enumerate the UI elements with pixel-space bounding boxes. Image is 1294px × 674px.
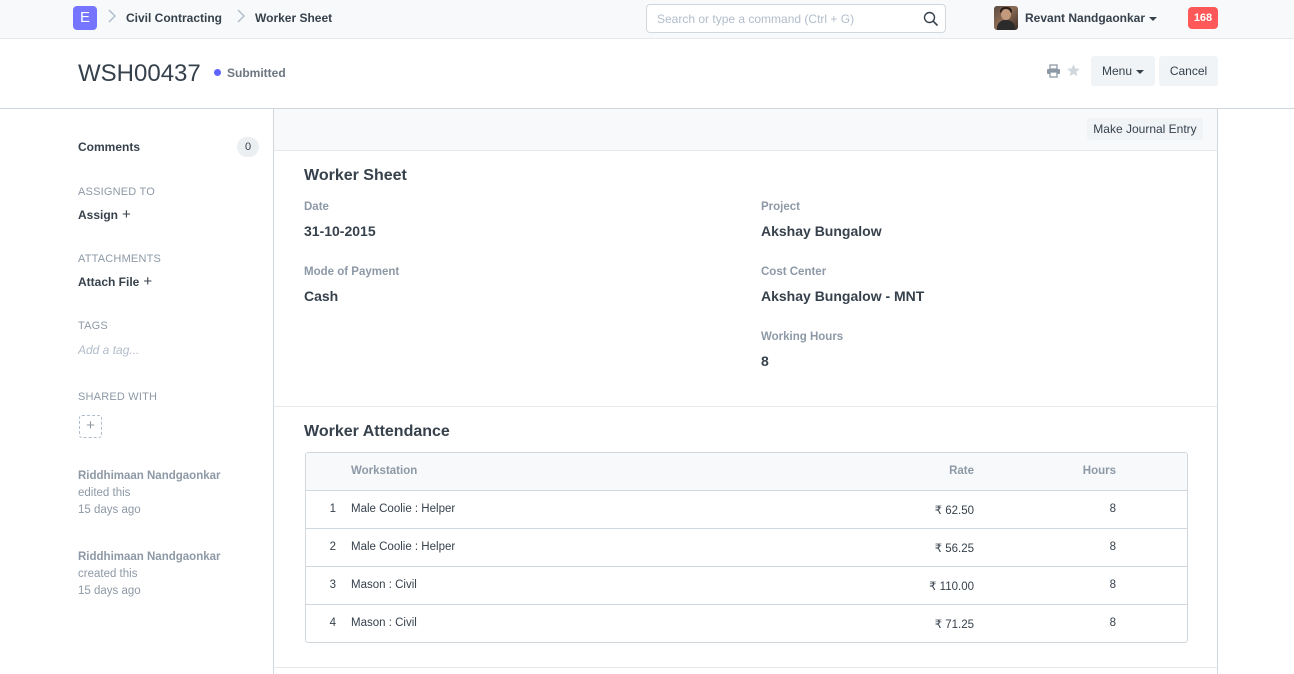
project-label: Project — [761, 201, 800, 213]
plus-icon: + — [143, 273, 153, 290]
breadcrumb-civil-contracting[interactable]: Civil Contracting — [126, 11, 222, 25]
timeline-time: 15 days ago — [78, 585, 141, 597]
menu-button[interactable]: Menu — [1091, 56, 1155, 86]
attachments-label: Attachments — [78, 253, 162, 265]
navbar: E Civil Contracting Worker Sheet Revant … — [0, 0, 1294, 39]
status-dot-icon — [214, 69, 221, 76]
row-rate: ₹ 62.50 — [934, 505, 974, 517]
tags-label: Tags — [78, 320, 108, 332]
comments-link[interactable]: Comments — [78, 140, 140, 154]
column-header-workstation: Workstation — [351, 465, 418, 477]
caret-down-icon — [1136, 69, 1145, 74]
row-hours: 8 — [1109, 617, 1116, 629]
row-rate: ₹ 56.25 — [934, 543, 974, 555]
caret-down-icon — [1149, 16, 1158, 21]
date-value: 31-10-2015 — [304, 223, 376, 239]
table-row[interactable]: 2 Male Coolie : Helper ₹ 56.25 8 — [306, 529, 1187, 567]
row-workstation: Mason : Civil — [351, 617, 417, 629]
cost-center-label: Cost Center — [761, 266, 827, 278]
comments-count-badge: 0 — [237, 137, 259, 157]
status-indicator: Submitted — [214, 66, 286, 80]
date-label: Date — [304, 201, 329, 213]
column-header-rate: Rate — [949, 465, 974, 477]
timeline-item: Riddhimaan Nandgaonkar created this 15 d… — [78, 549, 221, 600]
chevron-right-icon — [108, 9, 116, 23]
attach-file-button[interactable]: Attach File + — [78, 273, 152, 290]
sidebar: Comments 0 Assigned To Assign + Attachmen… — [0, 109, 273, 674]
chevron-right-icon — [237, 9, 245, 23]
project-value[interactable]: Akshay Bungalow — [761, 223, 882, 239]
search-input[interactable] — [647, 5, 917, 32]
app-logo[interactable]: E — [73, 6, 97, 30]
page-title: WSH00437 — [78, 60, 201, 87]
timeline-time: 15 days ago — [78, 504, 141, 516]
star-icon[interactable] — [1066, 63, 1081, 78]
table-row[interactable]: 1 Male Coolie : Helper ₹ 62.50 8 — [306, 491, 1187, 529]
row-index: 1 — [329, 503, 336, 515]
row-index: 4 — [329, 617, 336, 629]
row-rate: ₹ 71.25 — [934, 619, 974, 631]
add-share-button[interactable]: + — [79, 415, 102, 438]
shared-with-label: Shared With — [78, 391, 158, 403]
mode-of-payment-value: Cash — [304, 288, 339, 304]
plus-icon: + — [122, 206, 131, 223]
column-header-hours: Hours — [1082, 465, 1116, 477]
add-tag-input[interactable]: Add a tag... — [78, 343, 139, 357]
form-layout: Make Journal Entry Worker Sheet Date 31-… — [273, 109, 1218, 674]
make-journal-entry-button[interactable]: Make Journal Entry — [1087, 118, 1203, 140]
row-hours: 8 — [1109, 503, 1116, 515]
search-icon[interactable] — [923, 11, 939, 27]
row-index: 2 — [329, 541, 336, 553]
section-title-worker-attendance: Worker Attendance — [304, 423, 450, 440]
cancel-button[interactable]: Cancel — [1159, 56, 1218, 86]
timeline-item: Riddhimaan Nandgaonkar edited this 15 da… — [78, 468, 221, 519]
search-box — [646, 4, 946, 33]
timeline-action: edited this — [78, 487, 131, 499]
row-workstation: Male Coolie : Helper — [351, 541, 456, 553]
user-name: Revant Nandgaonkar — [1025, 11, 1158, 25]
working-hours-label: Working Hours — [761, 331, 844, 343]
row-workstation: Mason : Civil — [351, 579, 417, 591]
assign-button[interactable]: Assign + — [78, 206, 131, 223]
worker-attendance-table: Workstation Rate Hours 1 Male Coolie : H… — [305, 452, 1188, 643]
table-row[interactable]: 3 Mason : Civil ₹ 110.00 8 — [306, 567, 1187, 605]
assigned-to-label: Assigned To — [78, 186, 155, 198]
section-divider — [274, 667, 1217, 668]
timeline-action: created this — [78, 568, 138, 580]
timeline-user[interactable]: Riddhimaan Nandgaonkar — [78, 549, 221, 566]
plus-icon: + — [86, 417, 95, 434]
row-rate: ₹ 110.00 — [929, 581, 974, 593]
section-divider — [274, 406, 1217, 407]
row-hours: 8 — [1109, 541, 1116, 553]
avatar — [994, 6, 1018, 30]
row-index: 3 — [329, 579, 336, 591]
cost-center-value[interactable]: Akshay Bungalow - MNT — [761, 288, 924, 304]
mode-of-payment-label: Mode of Payment — [304, 266, 400, 278]
timeline-user[interactable]: Riddhimaan Nandgaonkar — [78, 468, 221, 485]
table-row[interactable]: 4 Mason : Civil ₹ 71.25 8 — [306, 605, 1187, 642]
row-workstation: Male Coolie : Helper — [351, 503, 456, 515]
print-icon[interactable] — [1046, 64, 1061, 78]
row-hours: 8 — [1109, 579, 1116, 591]
form-toolbar: Make Journal Entry — [274, 109, 1217, 151]
breadcrumb-worker-sheet[interactable]: Worker Sheet — [255, 11, 332, 25]
page-head: WSH00437 Submitted Menu Cancel — [0, 39, 1294, 109]
section-title-worker-sheet: Worker Sheet — [304, 167, 407, 184]
working-hours-value: 8 — [761, 353, 769, 369]
table-header: Workstation Rate Hours — [306, 453, 1187, 491]
notification-badge[interactable]: 168 — [1188, 7, 1218, 29]
